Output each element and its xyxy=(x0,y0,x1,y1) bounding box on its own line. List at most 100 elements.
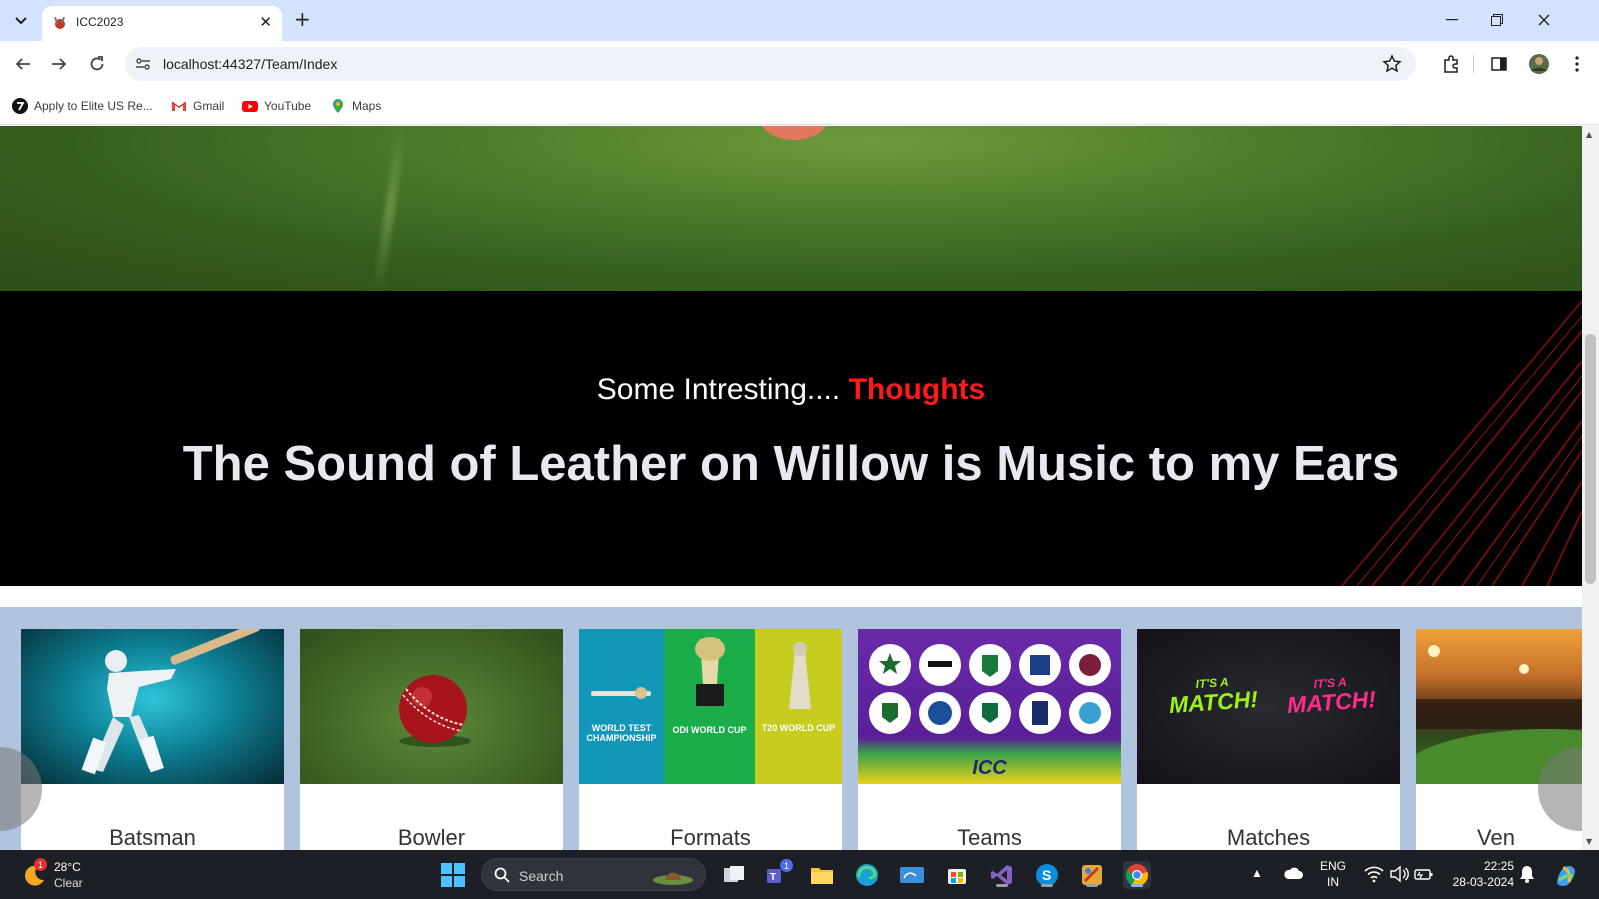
card-label: Teams xyxy=(957,825,1022,850)
file-explorer-app[interactable] xyxy=(808,861,836,889)
bookmark-gmail[interactable]: Gmail xyxy=(171,96,224,116)
chevron-down-icon xyxy=(15,17,27,25)
bookmark-label: Gmail xyxy=(193,99,225,113)
toolbar-divider xyxy=(1473,55,1474,73)
restore-button[interactable] xyxy=(1482,8,1512,32)
format-panel-odi: ODI WORLD CUP xyxy=(664,629,755,784)
format-label-odi: ODI WORLD CUP xyxy=(672,725,747,735)
scroll-up-arrow-icon[interactable]: ▲ xyxy=(1586,130,1592,139)
chrome-app[interactable] xyxy=(1123,861,1151,889)
scrollbar-thumb[interactable] xyxy=(1585,334,1596,584)
elite-icon xyxy=(12,98,28,114)
show-hidden-icons-chevron-icon[interactable]: ▲ xyxy=(1251,866,1263,880)
match-graphic-big-text: MATCH! xyxy=(1286,685,1377,719)
batsman-figure xyxy=(81,629,261,775)
quote-intro-text: Some Intresting.... xyxy=(596,373,841,406)
extensions-button[interactable] xyxy=(1440,53,1462,75)
browser-tab[interactable]: ICC2023 ✕ xyxy=(42,6,282,41)
copilot-icon[interactable] xyxy=(1553,862,1579,888)
card-label: Matches xyxy=(1226,825,1311,850)
bookmark-maps[interactable]: Maps xyxy=(330,96,381,116)
new-tab-button[interactable]: + xyxy=(294,7,311,31)
hero-grass-image xyxy=(0,126,1582,291)
system-clock[interactable]: 22:25 28-03-2024 xyxy=(1450,858,1514,890)
skype-app[interactable]: S xyxy=(1033,861,1061,889)
card-batsman[interactable]: Batsman xyxy=(21,629,284,850)
format-panel-t20: T20 WORLD CUP xyxy=(755,629,842,784)
format-panel-test: WORLD TEST CHAMPIONSHIP xyxy=(579,629,664,784)
volume-icon[interactable] xyxy=(1389,865,1409,883)
onedrive-cloud-icon[interactable] xyxy=(1283,866,1303,880)
weather-desc: Clear xyxy=(54,876,83,890)
battery-icon[interactable] xyxy=(1414,865,1434,883)
bookmark-star-icon[interactable] xyxy=(1382,54,1402,74)
bookmark-youtube[interactable]: YouTube xyxy=(242,96,311,116)
forward-button[interactable] xyxy=(47,52,71,76)
card-label: Formats xyxy=(670,825,751,850)
mysql-app[interactable] xyxy=(898,861,926,889)
quote-intro-accent: Thoughts xyxy=(848,373,986,406)
close-tab-icon[interactable]: ✕ xyxy=(259,13,272,31)
odi-trophy-icon xyxy=(695,637,725,706)
page-scrollbar[interactable]: ▲ ▼ xyxy=(1582,126,1599,850)
quote-intro: Some Intresting.... Thoughts xyxy=(0,373,1582,407)
address-bar[interactable]: localhost:44327/Team/Index xyxy=(125,47,1416,81)
task-view-button[interactable] xyxy=(720,861,748,889)
teams-app[interactable]: T 1 xyxy=(763,859,793,889)
gmail-icon xyxy=(171,101,187,111)
batsman-image xyxy=(21,629,284,784)
cricket-ball-figure xyxy=(399,675,471,747)
language-indicator[interactable]: ENG IN xyxy=(1320,858,1346,890)
weather-badge: 1 xyxy=(34,858,47,871)
match-graphic-big-text: MATCH! xyxy=(1168,685,1259,719)
card-formats[interactable]: WORLD TEST CHAMPIONSHIP ODI WORLD CUP T2… xyxy=(579,629,842,850)
close-icon xyxy=(1538,14,1550,26)
back-button[interactable] xyxy=(11,52,35,76)
windows-start-icon[interactable] xyxy=(440,862,466,888)
taskbar-search[interactable]: Search xyxy=(481,858,706,891)
restore-icon xyxy=(1491,14,1503,26)
visual-studio-app[interactable] xyxy=(988,861,1016,889)
microsoft-store-app[interactable] xyxy=(943,861,971,889)
edge-icon xyxy=(856,864,878,886)
edge-app[interactable] xyxy=(853,861,881,889)
scroll-down-arrow-icon[interactable]: ▼ xyxy=(1586,837,1592,846)
card-label: Bowler xyxy=(397,825,466,850)
close-window-button[interactable] xyxy=(1529,8,1559,32)
tab-search-button[interactable] xyxy=(8,8,34,34)
side-panel-button[interactable] xyxy=(1488,53,1510,75)
card-teams[interactable]: ICC Teams xyxy=(858,629,1121,850)
search-icon xyxy=(494,867,510,883)
match-graphic-right: IT'S A MATCH! xyxy=(1272,673,1390,718)
page-viewport: Some Intresting.... Thoughts The Sound o… xyxy=(0,126,1599,850)
t20-trophy-icon xyxy=(789,642,811,709)
mysql-icon xyxy=(900,867,924,883)
category-carousel: Batsman Bowler WORLD TEST CHAMPIONSHIP O… xyxy=(0,607,1599,850)
reload-button[interactable] xyxy=(85,52,109,76)
running-indicator xyxy=(1041,884,1053,887)
card-bowler[interactable]: Bowler xyxy=(300,629,563,850)
weather-widget[interactable]: 1 28°C Clear xyxy=(20,858,130,892)
quote-section: Some Intresting.... Thoughts The Sound o… xyxy=(0,291,1582,586)
bookmarks-bar: Apply to Elite US Re... Gmail YouTube Ma… xyxy=(0,87,1599,125)
browser-tab-bar: ICC2023 ✕ + xyxy=(0,0,1599,41)
hero-ball-shape xyxy=(760,126,828,140)
browser-menu-button[interactable] xyxy=(1566,53,1588,75)
minimize-button[interactable] xyxy=(1437,8,1467,32)
notification-bell-icon[interactable] xyxy=(1519,865,1535,883)
site-settings-icon[interactable] xyxy=(135,56,151,72)
bookmark-elite[interactable]: Apply to Elite US Re... xyxy=(12,96,153,116)
language-code: ENG xyxy=(1320,859,1347,873)
wifi-icon[interactable] xyxy=(1364,865,1384,883)
url-text[interactable]: localhost:44327/Team/Index xyxy=(163,56,337,72)
grass-blade-shape xyxy=(373,126,407,291)
arrow-right-icon xyxy=(52,58,67,70)
clock-date: 28-03-2024 xyxy=(1452,875,1514,889)
teams-badge: 1 xyxy=(780,859,793,872)
card-label: Batsman xyxy=(109,825,196,850)
format-label-test: WORLD TEST CHAMPIONSHIP xyxy=(586,723,657,743)
search-highlight-icon xyxy=(653,872,693,885)
paint-app[interactable] xyxy=(1078,861,1106,889)
card-matches[interactable]: IT'S A MATCH! IT'S A MATCH! Matches xyxy=(1137,629,1400,850)
profile-button[interactable] xyxy=(1528,53,1550,75)
